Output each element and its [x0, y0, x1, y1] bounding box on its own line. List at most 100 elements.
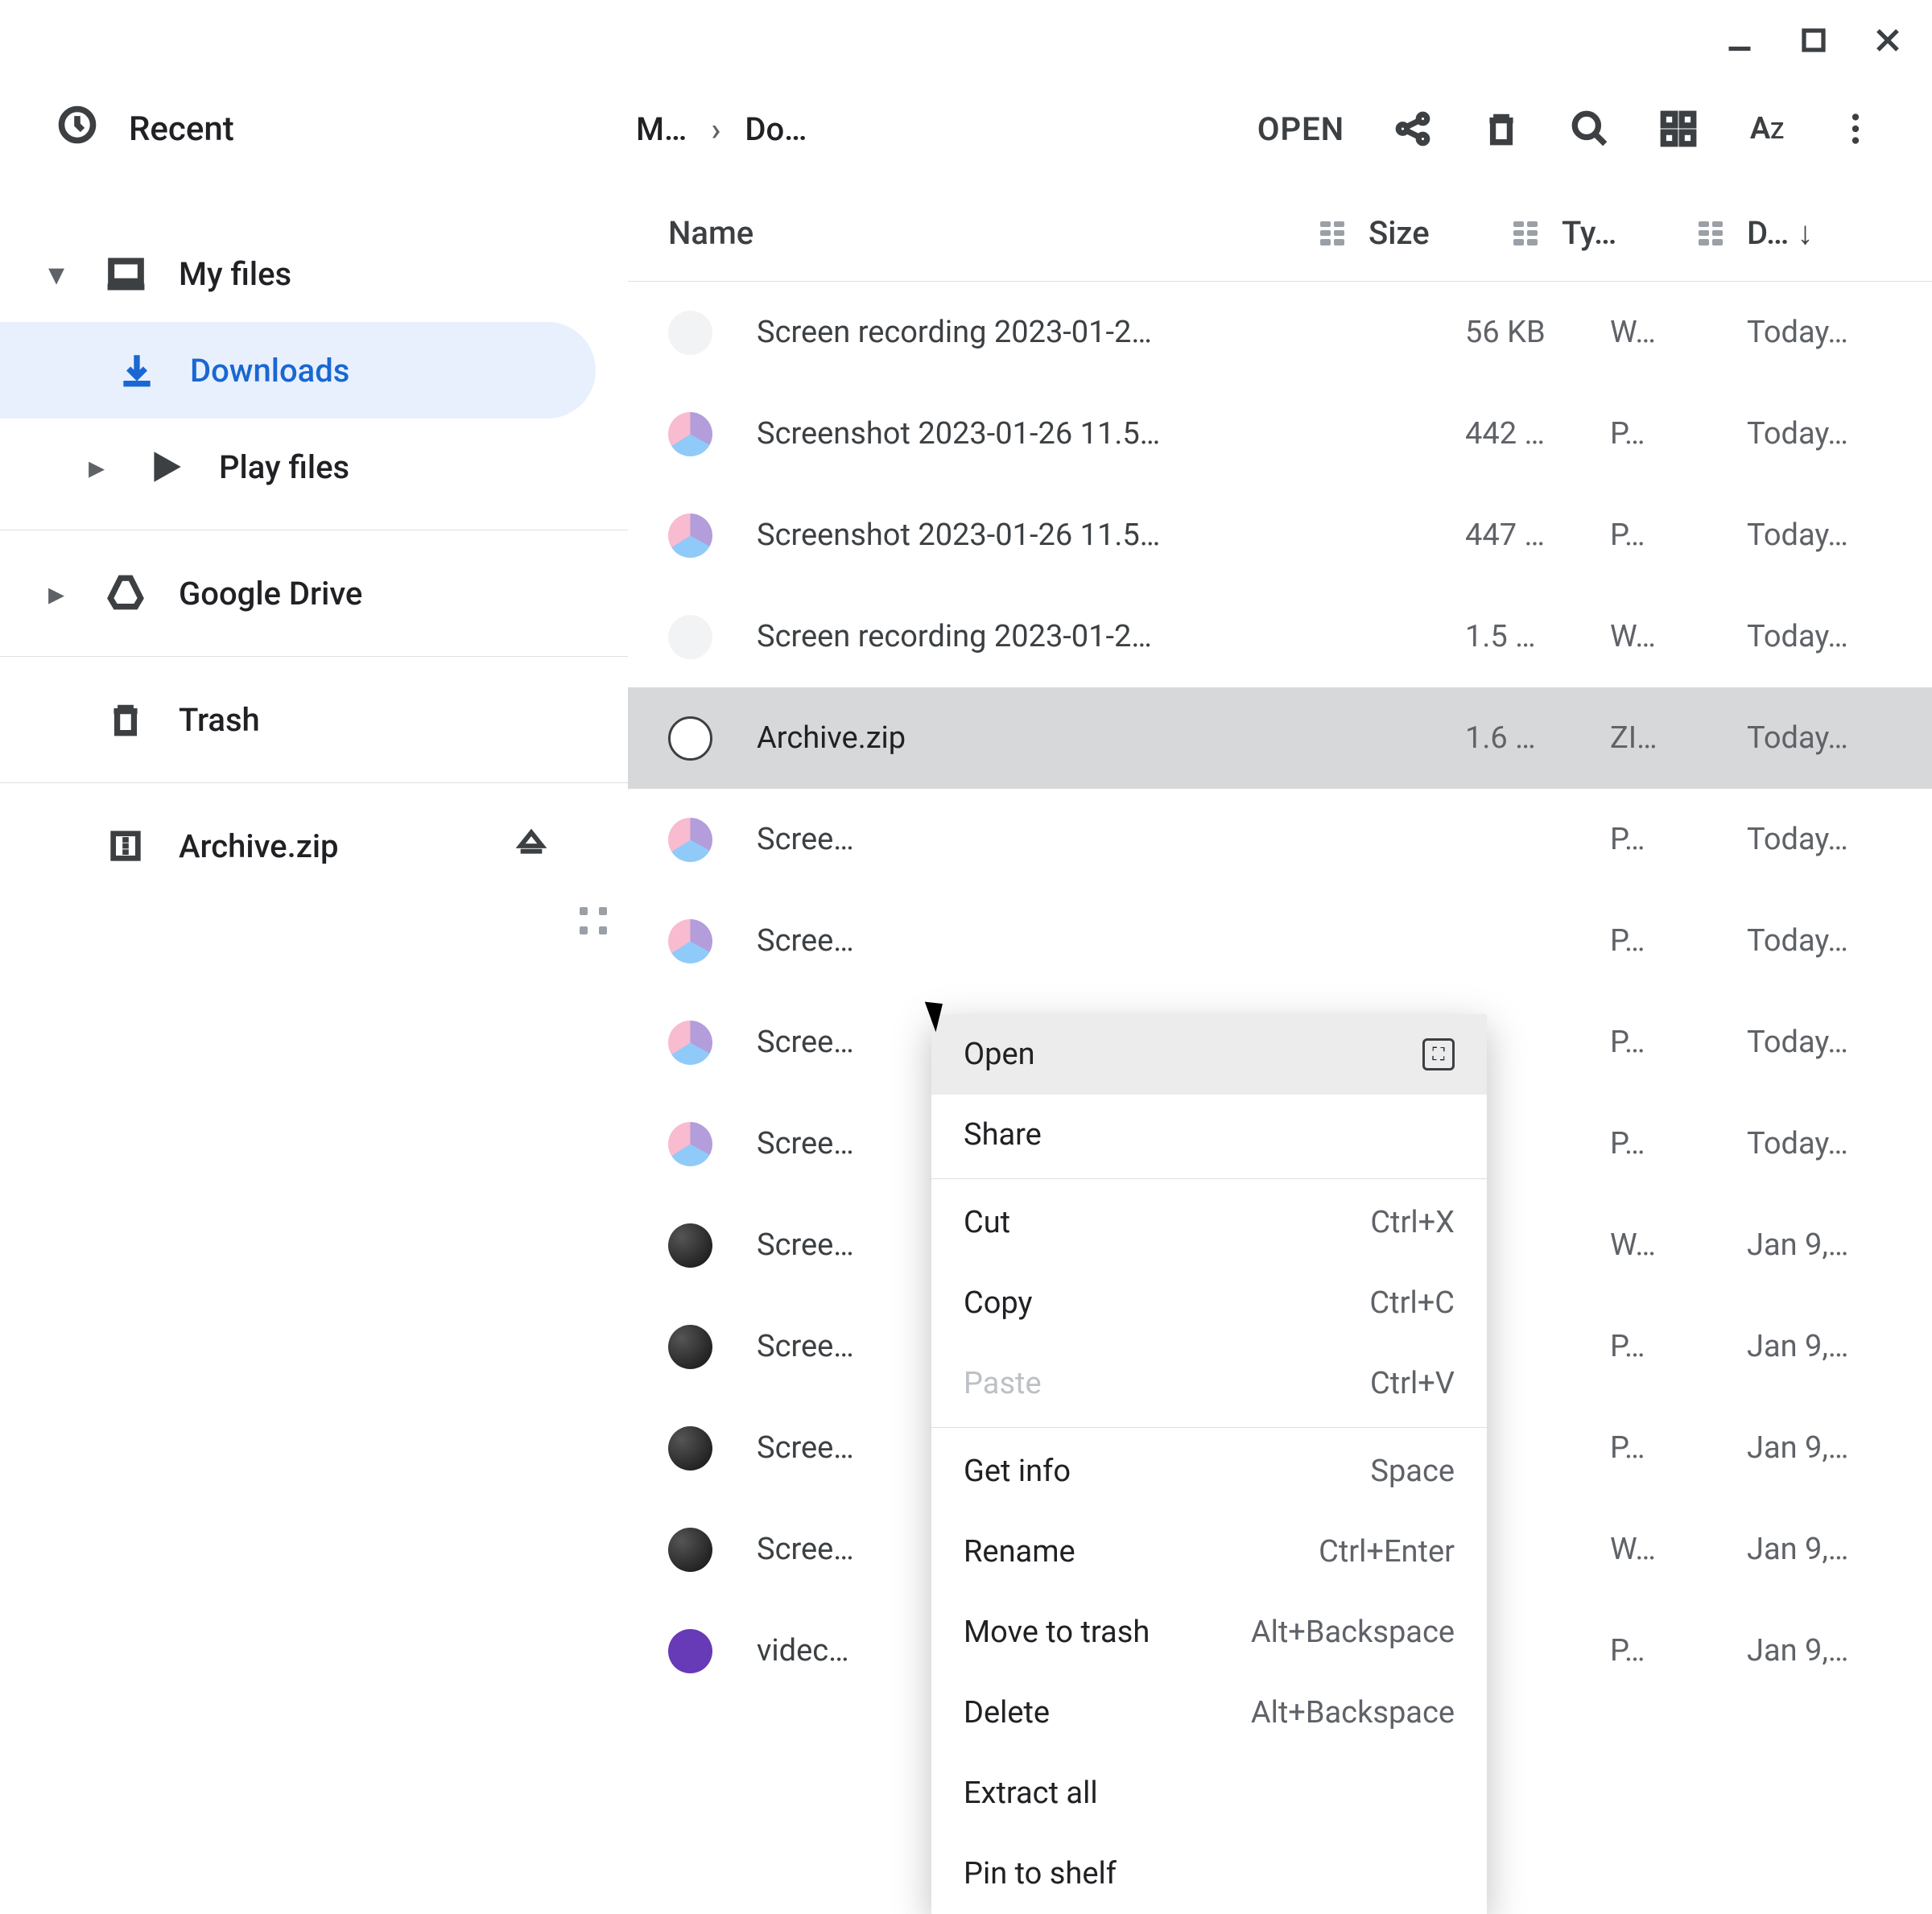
file-type: P… [1610, 1430, 1747, 1466]
sidebar-item-myfiles[interactable]: ▾ My files [0, 225, 628, 322]
trash-icon [101, 695, 150, 744]
open-button[interactable]: OPEN [1257, 110, 1344, 148]
file-type: W… [1610, 1532, 1747, 1567]
context-menu-item[interactable]: Share [931, 1095, 1487, 1175]
breadcrumb-item-1[interactable]: M… [636, 110, 687, 148]
file-name: Scree… [757, 822, 1465, 857]
file-type: P… [1610, 416, 1747, 452]
keyboard-shortcut: Alt+Backspace [1251, 1695, 1455, 1730]
file-type: P… [1610, 1126, 1747, 1161]
file-row[interactable]: Scree…P…Today… [628, 890, 1932, 992]
column-header-size[interactable]: Size [1368, 214, 1513, 252]
file-thumbnail-icon [668, 311, 712, 355]
breadcrumb: M… › Do… [636, 110, 1225, 148]
minimize-button[interactable] [1719, 20, 1760, 60]
file-row[interactable]: Scree…P…Today… [628, 789, 1932, 890]
download-icon [113, 346, 161, 394]
file-type: W… [1610, 619, 1747, 654]
column-header-name[interactable]: Name [668, 214, 753, 252]
file-type: ZI… [1610, 720, 1747, 756]
column-drag-handle[interactable] [1320, 221, 1344, 245]
keyboard-shortcut: Ctrl+Enter [1319, 1534, 1455, 1570]
sidebar-item-trash[interactable]: ▸ Trash [0, 671, 628, 768]
context-menu-item[interactable]: Extract all [931, 1753, 1487, 1834]
sort-arrow-down-icon[interactable]: ↓ [1797, 214, 1813, 252]
chevron-right-icon: › [711, 110, 720, 148]
file-type: W… [1610, 315, 1747, 350]
column-drag-handle[interactable] [1513, 221, 1538, 245]
file-type: P… [1610, 518, 1747, 553]
sidebar-item-label: My files [179, 255, 291, 293]
sidebar-item-drive[interactable]: ▸ Google Drive [0, 545, 628, 641]
file-type: W… [1610, 1227, 1747, 1263]
context-menu-item[interactable]: DeleteAlt+Backspace [931, 1673, 1487, 1753]
more-icon[interactable] [1811, 93, 1900, 165]
file-thumbnail-icon [668, 1223, 712, 1268]
file-date: Today… [1747, 518, 1892, 553]
divider [0, 782, 628, 783]
maximize-button[interactable] [1794, 20, 1834, 60]
chevron-right-icon[interactable]: ▸ [80, 448, 113, 486]
file-row[interactable]: Screenshot 2023-01-26 11.5…447 …P…Today… [628, 485, 1932, 586]
file-size: 56 KB [1465, 315, 1610, 350]
context-menu-item: PasteCtrl+V [931, 1343, 1487, 1424]
chevron-right-icon[interactable]: ▸ [40, 575, 72, 613]
search-icon[interactable] [1546, 93, 1634, 165]
sidebar-item-recent[interactable]: Recent [129, 109, 234, 149]
file-date: Jan 9,… [1747, 1532, 1892, 1567]
sidebar-item-archive[interactable]: ▸ Archive.zip [0, 798, 628, 894]
file-row[interactable]: Screen recording 2023-01-2…1.5 …W…Today… [628, 586, 1932, 687]
keyboard-shortcut: Ctrl+X [1370, 1205, 1455, 1240]
file-date: Today… [1747, 1025, 1892, 1060]
share-icon[interactable] [1368, 93, 1457, 165]
file-row[interactable]: Screen recording 2023-01-2…56 KBW…Today… [628, 282, 1932, 383]
file-date: Jan 9,… [1747, 1227, 1892, 1263]
play-icon [142, 443, 190, 491]
file-row[interactable]: Screenshot 2023-01-26 11.5…442 …P…Today… [628, 383, 1932, 485]
context-menu-item[interactable]: Move to trashAlt+Backspace [931, 1592, 1487, 1673]
file-type: P… [1610, 923, 1747, 959]
sidebar-item-label: Play files [219, 448, 349, 486]
file-thumbnail-icon [668, 1426, 712, 1471]
context-menu: Open ⛶ ShareCutCtrl+XCopyCtrl+CPasteCtrl+V… [931, 1014, 1487, 1914]
sidebar-item-playfiles[interactable]: ▸ Play files [0, 419, 628, 515]
divider [931, 1178, 1487, 1179]
context-menu-item[interactable]: Get infoSpace [931, 1431, 1487, 1512]
file-name: Archive.zip [757, 720, 1465, 756]
column-drag-handle[interactable] [1699, 221, 1723, 245]
delete-icon[interactable] [1457, 93, 1546, 165]
context-menu-item[interactable]: CutCtrl+X [931, 1182, 1487, 1263]
sidebar-item-label: Downloads [190, 352, 349, 390]
file-date: Today… [1747, 1126, 1892, 1161]
context-menu-item[interactable]: Rename Ctrl+Enter [931, 1512, 1487, 1592]
laptop-icon [101, 250, 150, 298]
context-menu-item[interactable]: Open ⛶ [931, 1014, 1487, 1095]
file-row[interactable]: Archive.zip1.6 …ZI…Today… [628, 687, 1932, 789]
chevron-down-icon[interactable]: ▾ [40, 255, 72, 293]
file-thumbnail-icon [668, 716, 712, 761]
column-header-type[interactable]: Ty… [1562, 214, 1699, 252]
keyboard-shortcut: Ctrl+C [1369, 1285, 1455, 1321]
file-thumbnail-icon [668, 412, 712, 456]
sort-az-icon[interactable]: AZ [1723, 93, 1811, 165]
breadcrumb-item-2[interactable]: Do… [745, 110, 807, 148]
column-header-date[interactable]: D… [1747, 214, 1789, 252]
file-date: Jan 9,… [1747, 1430, 1892, 1466]
context-menu-item[interactable]: CopyCtrl+C [931, 1263, 1487, 1343]
eject-icon[interactable] [515, 826, 547, 866]
context-menu-item[interactable]: Pin to shelf [931, 1834, 1487, 1914]
keyboard-shortcut: Alt+Backspace [1251, 1615, 1455, 1650]
sidebar-resize-handle[interactable] [580, 907, 612, 939]
archive-icon [101, 822, 150, 870]
expand-icon: ⛶ [1422, 1038, 1455, 1070]
close-button[interactable] [1868, 20, 1908, 60]
context-menu-label: Open [964, 1037, 1035, 1072]
file-type: P… [1610, 1329, 1747, 1364]
sidebar: ▾ My files Downloads ▸ Play files ▸ [0, 177, 628, 1797]
file-size: 1.5 … [1465, 619, 1610, 654]
grid-view-icon[interactable] [1634, 93, 1723, 165]
sidebar-item-downloads[interactable]: Downloads [0, 322, 596, 419]
context-menu-label: Rename [964, 1534, 1075, 1570]
file-date: Today… [1747, 619, 1892, 654]
file-date: Today… [1747, 822, 1892, 857]
